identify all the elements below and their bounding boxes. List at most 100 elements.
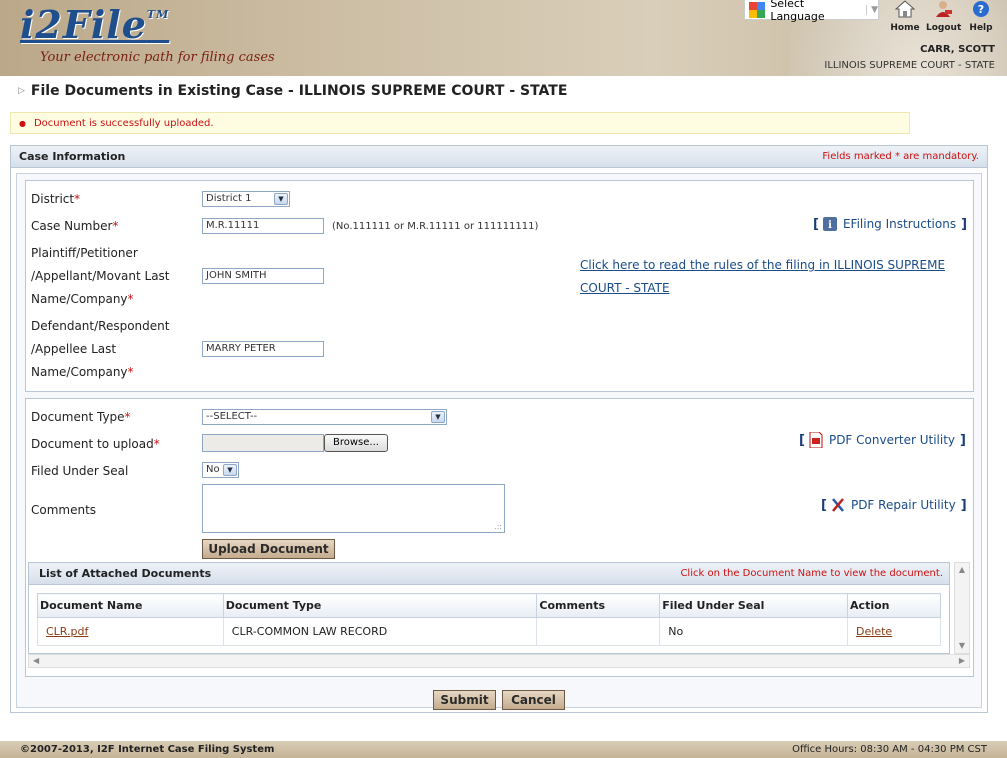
defendant-label-line-2: /Appellee Last <box>31 342 117 356</box>
browse-button[interactable]: Browse... <box>324 434 388 452</box>
bracket-close: ] <box>960 432 966 448</box>
bullet-icon: ● <box>19 118 26 128</box>
comments-textarea[interactable]: .:: <box>202 484 505 533</box>
attached-documents-table: Document Name Document Type Comments Fil… <box>37 593 941 646</box>
col-action: Action <box>847 593 941 618</box>
success-message: ● Document is successfully uploaded. <box>10 112 910 134</box>
document-upload-label-text: Document to upload <box>31 437 154 451</box>
upload-document-button[interactable]: Upload Document <box>202 539 335 559</box>
case-number-input[interactable]: M.R.11111 <box>202 218 324 234</box>
help-icon: ? <box>973 1 989 17</box>
scroll-up-icon[interactable]: ▲ <box>955 563 969 577</box>
help-label: Help <box>969 23 993 33</box>
case-information-panel: Case Information Fields marked * are man… <box>10 145 988 713</box>
language-selector[interactable]: Select Language ▼ <box>744 0 879 23</box>
logo-text: i2File <box>20 2 147 47</box>
info-icon: i <box>822 217 837 231</box>
submit-button[interactable]: Submit <box>433 690 496 710</box>
district-select[interactable]: District 1 ▼ <box>202 191 290 207</box>
i2file-logo[interactable]: i2FileTM <box>20 2 169 47</box>
scroll-track[interactable] <box>955 577 969 639</box>
plaintiff-label-line-1: Plaintiff/Petitioner <box>31 246 138 260</box>
case-details-box: District* District 1 ▼ Case Number* M.R.… <box>25 180 974 392</box>
defendant-label-line-3: Name/Company* <box>31 361 134 384</box>
file-path-input[interactable] <box>202 434 324 452</box>
scroll-left-icon[interactable]: ◀ <box>33 655 39 667</box>
chevron-down-icon: ▼ <box>431 411 445 423</box>
bracket-open: [ <box>813 216 819 232</box>
case-number-label: Case Number* <box>31 215 118 238</box>
app-footer: ©2007-2013, I2F Internet Case Filing Sys… <box>0 741 1007 758</box>
chevron-down-icon: ▼ <box>223 464 237 476</box>
pdf-repair-label: PDF Repair Utility <box>850 498 956 512</box>
cell-comments <box>536 617 661 646</box>
pdf-converter-link[interactable]: [ PDF Converter Utility ] <box>799 432 966 448</box>
case-number-hint: (No.111111 or M.R.11111 or 111111111) <box>332 221 539 232</box>
app-header: i2FileTM Your electronic path for filing… <box>0 0 1007 76</box>
defendant-label-text: Name/Company <box>31 365 128 379</box>
svg-text:i: i <box>828 220 832 231</box>
top-nav: Home Logout ? Help <box>888 0 998 33</box>
home-icon <box>894 0 916 18</box>
bracket-close: ] <box>961 216 968 232</box>
col-document-name: Document Name <box>37 593 224 618</box>
rules-link-line-1[interactable]: Click here to read the rules of the fili… <box>580 254 945 277</box>
document-name-link[interactable]: CLR.pdf <box>46 625 88 638</box>
efiling-instructions-link[interactable]: [ i EFiling Instructions ] <box>813 216 967 232</box>
google-icon <box>749 1 765 18</box>
footer-copyright: ©2007-2013, I2F Internet Case Filing Sys… <box>20 744 275 755</box>
district-label: District* <box>31 188 80 211</box>
user-name: CARR, SCOTT <box>920 44 995 55</box>
attached-documents-title: List of Attached Documents <box>39 567 212 580</box>
scroll-right-icon[interactable]: ▶ <box>959 655 965 667</box>
help-link[interactable]: ? Help <box>964 0 998 33</box>
required-marker: * <box>127 365 134 379</box>
logo-trademark: TM <box>146 8 170 21</box>
col-comments: Comments <box>536 593 661 618</box>
plaintiff-label-line-3: Name/Company* <box>31 288 134 311</box>
filed-under-seal-label: Filed Under Seal <box>31 464 129 478</box>
cell-action: Delete <box>847 617 941 646</box>
home-link[interactable]: Home <box>888 0 922 33</box>
defendant-label-line-1: Defendant/Respondent <box>31 319 170 333</box>
scroll-down-icon[interactable]: ▼ <box>955 639 969 653</box>
filed-under-seal-value: No <box>206 464 220 475</box>
delete-link[interactable]: Delete <box>856 625 892 638</box>
district-label-text: District <box>31 192 75 206</box>
table-row: CLR.pdf CLR-COMMON LAW RECORD No Delete <box>37 617 941 646</box>
efiling-instructions-label: EFiling Instructions <box>842 217 957 231</box>
chevron-down-icon: ▼ <box>274 193 288 205</box>
attached-documents-header: List of Attached Documents Click on the … <box>29 563 949 585</box>
col-document-type: Document Type <box>222 593 538 618</box>
cell-document-name: CLR.pdf <box>37 617 224 646</box>
defendant-input[interactable]: MARRY PETER <box>202 341 324 357</box>
cell-filed-under-seal: No <box>659 617 849 646</box>
resize-grip-icon[interactable]: .:: <box>494 522 502 531</box>
attached-vertical-scrollbar[interactable]: ▲ ▼ <box>954 562 970 654</box>
svg-text:?: ? <box>978 3 984 16</box>
document-type-select[interactable]: --SELECT-- ▼ <box>202 409 447 425</box>
cell-document-type: CLR-COMMON LAW RECORD <box>222 617 538 646</box>
case-information-title: Case Information <box>19 150 126 163</box>
attached-documents-note: Click on the Document Name to view the d… <box>680 568 943 579</box>
logout-icon <box>936 1 952 17</box>
cancel-button[interactable]: Cancel <box>502 690 565 710</box>
case-information-header: Case Information Fields marked * are man… <box>11 146 987 168</box>
logout-link[interactable]: Logout <box>926 0 962 33</box>
attached-horizontal-scrollbar[interactable]: ◀ ▶ <box>28 654 970 668</box>
logout-label: Logout <box>926 23 962 33</box>
bracket-close: ] <box>960 497 967 513</box>
document-type-selected-value: --SELECT-- <box>206 411 258 422</box>
document-type-label: Document Type* <box>31 406 131 429</box>
mandatory-note: Fields marked * are mandatory. <box>822 151 979 162</box>
rules-link-line-2[interactable]: COURT - STATE <box>580 277 670 300</box>
district-selected-value: District 1 <box>206 193 252 204</box>
page-title-text: File Documents in Existing Case - ILLINO… <box>30 83 568 99</box>
pdf-icon <box>809 432 823 448</box>
user-court: ILLINOIS SUPREME COURT - STATE <box>824 60 995 71</box>
chevron-down-icon: ▼ <box>866 4 878 15</box>
pdf-repair-link[interactable]: [ PDF Repair Utility ] <box>821 497 967 513</box>
plaintiff-label-line-2: /Appellant/Movant Last <box>31 269 170 283</box>
plaintiff-input[interactable]: JOHN SMITH <box>202 268 324 284</box>
filed-under-seal-select[interactable]: No ▼ <box>202 462 239 478</box>
